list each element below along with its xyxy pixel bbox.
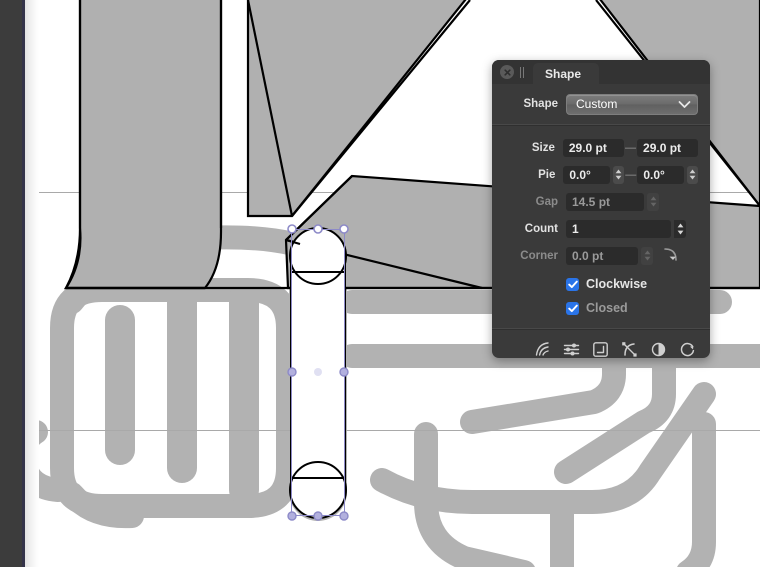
row-clockwise: Clockwise bbox=[504, 274, 698, 294]
handle-top-center bbox=[314, 225, 322, 233]
shape-select[interactable]: Custom bbox=[566, 94, 698, 115]
row-corner: Corner 0.0 pt bbox=[504, 245, 698, 266]
count-input[interactable]: 1 bbox=[566, 220, 671, 238]
row-count: Count 1 bbox=[504, 218, 686, 239]
pie-end-stepper[interactable] bbox=[687, 166, 698, 184]
row-size: Size 29.0 pt — 29.0 pt bbox=[504, 137, 698, 158]
handle-top-right bbox=[340, 225, 348, 233]
closed-label: Closed bbox=[586, 301, 628, 315]
shape-select-value: Custom bbox=[576, 97, 678, 111]
row-gap: Gap 14.5 pt bbox=[504, 191, 698, 212]
refresh-rotate-icon[interactable] bbox=[678, 340, 696, 358]
pie-separator: — bbox=[624, 169, 637, 181]
panel-titlebar[interactable]: Shape bbox=[492, 60, 710, 84]
corner-input[interactable]: 0.0 pt bbox=[566, 247, 638, 265]
panel-tab-label: Shape bbox=[545, 67, 581, 81]
left-toolbar-rail[interactable] bbox=[0, 0, 22, 567]
capsule-bottom-circle bbox=[290, 462, 346, 518]
pie-end-input[interactable]: 0.0° bbox=[637, 166, 683, 184]
canvas-edge-shadow bbox=[25, 0, 39, 567]
handle-top-left bbox=[288, 225, 296, 233]
node-edit-icon[interactable] bbox=[620, 340, 638, 358]
frame-corner-icon[interactable] bbox=[591, 340, 609, 358]
shape-row-label: Shape bbox=[504, 98, 566, 110]
handle-mid-left bbox=[288, 368, 296, 376]
row-closed: Closed bbox=[504, 298, 698, 318]
capsule-top-circle bbox=[290, 228, 346, 284]
count-stepper[interactable] bbox=[674, 220, 686, 238]
row-pie: Pie 0.0° — 0.0° bbox=[504, 164, 698, 185]
rounded-corner-icon[interactable] bbox=[662, 247, 680, 264]
size-height-input[interactable]: 29.0 pt bbox=[637, 139, 698, 157]
corner-row-label: Corner bbox=[504, 250, 566, 262]
pie-start-input[interactable]: 0.0° bbox=[563, 166, 609, 184]
closed-checkbox[interactable] bbox=[566, 302, 579, 315]
handle-bottom-center bbox=[314, 512, 322, 520]
clockwise-checkbox[interactable] bbox=[566, 278, 579, 291]
shape-inspector-panel[interactable]: Shape Shape Custom Size bbox=[492, 60, 710, 358]
stroke-curve-icon[interactable] bbox=[533, 340, 551, 358]
panel-toolbar bbox=[492, 330, 710, 358]
pie-row-label: Pie bbox=[504, 169, 563, 181]
close-icon[interactable] bbox=[500, 65, 514, 79]
handle-bottom-left bbox=[288, 512, 296, 520]
corner-stepper[interactable] bbox=[641, 247, 653, 265]
fill-drop-icon[interactable] bbox=[649, 340, 667, 358]
size-row-label: Size bbox=[504, 142, 563, 154]
clockwise-label: Clockwise bbox=[586, 277, 647, 291]
gap-row-label: Gap bbox=[504, 196, 566, 208]
handle-center-pivot bbox=[314, 368, 322, 376]
panel-body: Shape Custom Size 29.0 pt — 29.0 pt bbox=[492, 93, 710, 358]
row-shape: Shape Custom bbox=[504, 93, 698, 115]
handle-bottom-right bbox=[340, 512, 348, 520]
tab-shape[interactable]: Shape bbox=[533, 63, 599, 84]
chevron-down-icon bbox=[678, 100, 691, 109]
drag-grip-icon[interactable] bbox=[519, 67, 529, 78]
handle-mid-right bbox=[340, 368, 348, 376]
size-width-input[interactable]: 29.0 pt bbox=[563, 139, 624, 157]
left-rail-edge bbox=[22, 0, 25, 567]
size-separator: — bbox=[624, 142, 637, 154]
gap-stepper[interactable] bbox=[647, 193, 659, 211]
sliders-icon[interactable] bbox=[562, 340, 580, 358]
count-row-label: Count bbox=[504, 223, 566, 235]
pie-start-stepper[interactable] bbox=[613, 166, 624, 184]
application-window: Shape Shape Custom Size bbox=[0, 0, 760, 567]
gap-input[interactable]: 14.5 pt bbox=[566, 193, 644, 211]
divider-1 bbox=[492, 124, 710, 126]
